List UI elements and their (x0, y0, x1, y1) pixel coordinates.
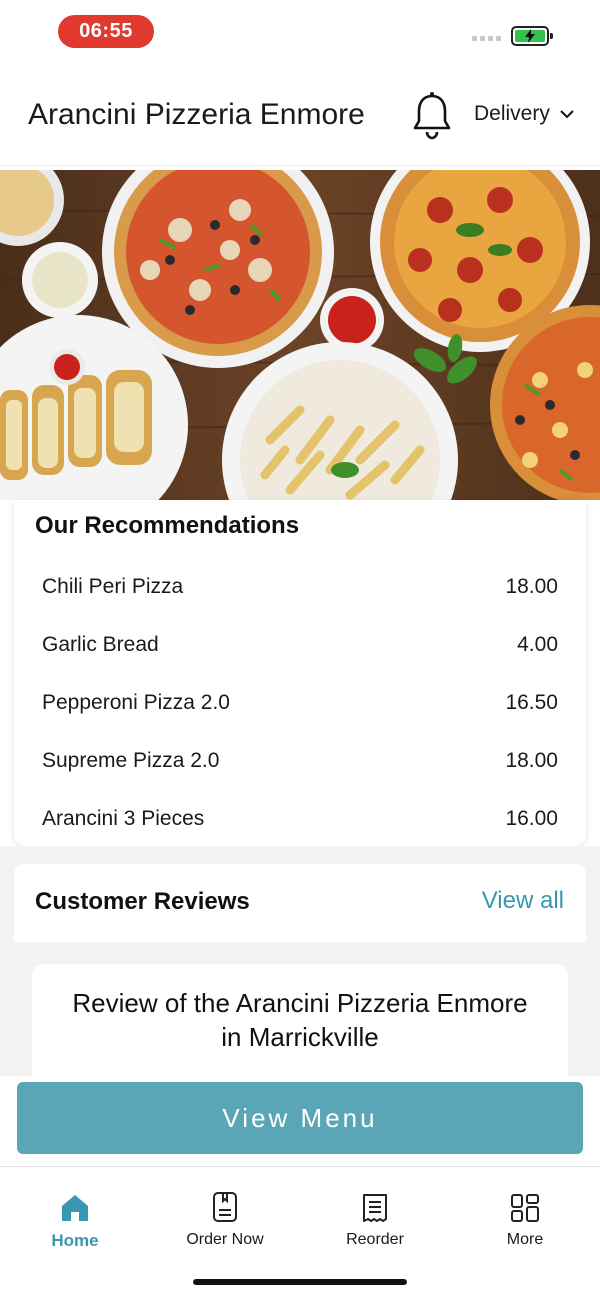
view-all-reviews-link[interactable]: View all (482, 887, 564, 915)
tab-label: Home (51, 1231, 99, 1250)
chevron-down-icon (560, 110, 574, 119)
list-item[interactable]: Supreme Pizza 2.0 18.00 (14, 732, 586, 790)
bell-icon[interactable] (410, 90, 454, 142)
app-header: Arancini Pizzeria Enmore Delivery (0, 62, 600, 166)
recommendations-title: Our Recommendations (35, 512, 300, 539)
list-item[interactable]: Arancini 3 Pieces 16.00 (14, 790, 586, 848)
food-banner-image (0, 170, 600, 500)
item-price: 18.00 (505, 749, 558, 772)
item-price: 16.00 (505, 807, 558, 830)
tab-label: Reorder (346, 1231, 404, 1248)
order-icon (150, 1187, 300, 1223)
home-icon (0, 1187, 150, 1223)
item-name: Pepperoni Pizza 2.0 (42, 691, 230, 714)
signal-icon (472, 36, 501, 41)
tab-label: More (506, 1231, 544, 1248)
grid-icon (450, 1187, 600, 1223)
review-heading: Review of the Arancini Pizzeria Enmore i… (72, 988, 528, 1052)
reviews-header: Customer Reviews View all (14, 864, 586, 942)
tab-label: Order Now (186, 1231, 264, 1248)
list-item[interactable]: Chili Peri Pizza 18.00 (14, 558, 586, 616)
view-menu-button[interactable]: View Menu (17, 1082, 583, 1154)
reviews-title: Customer Reviews (35, 888, 250, 915)
delivery-mode-selector[interactable]: Delivery (474, 102, 574, 126)
item-name: Garlic Bread (42, 633, 159, 656)
restaurant-title: Arancini Pizzeria Enmore (28, 98, 365, 131)
tab-reorder[interactable]: Reorder (300, 1187, 450, 1249)
status-bar: 06:55 (0, 0, 600, 62)
list-item[interactable]: Pepperoni Pizza 2.0 16.50 (14, 674, 586, 732)
item-name: Arancini 3 Pieces (42, 807, 205, 830)
tab-order-now[interactable]: Order Now (150, 1187, 300, 1249)
home-indicator (193, 1279, 407, 1285)
battery-charging-icon (511, 26, 553, 46)
item-name: Supreme Pizza 2.0 (42, 749, 220, 772)
item-price: 18.00 (505, 575, 558, 598)
item-price: 16.50 (505, 691, 558, 714)
recommendations-card: Our Recommendations Chili Peri Pizza 18.… (14, 500, 586, 846)
delivery-mode-label: Delivery (474, 102, 550, 125)
status-time: 06:55 (58, 15, 154, 48)
item-price: 4.00 (517, 633, 558, 656)
tab-more[interactable]: More (450, 1187, 600, 1249)
item-name: Chili Peri Pizza (42, 575, 184, 598)
list-item[interactable]: Garlic Bread 4.00 (14, 616, 586, 674)
recommendations-list: Chili Peri Pizza 18.00 Garlic Bread 4.00… (14, 558, 586, 848)
tab-home[interactable]: Home (0, 1187, 150, 1251)
receipt-icon (300, 1187, 450, 1223)
review-card[interactable]: Review of the Arancini Pizzeria Enmore i… (32, 964, 568, 1084)
